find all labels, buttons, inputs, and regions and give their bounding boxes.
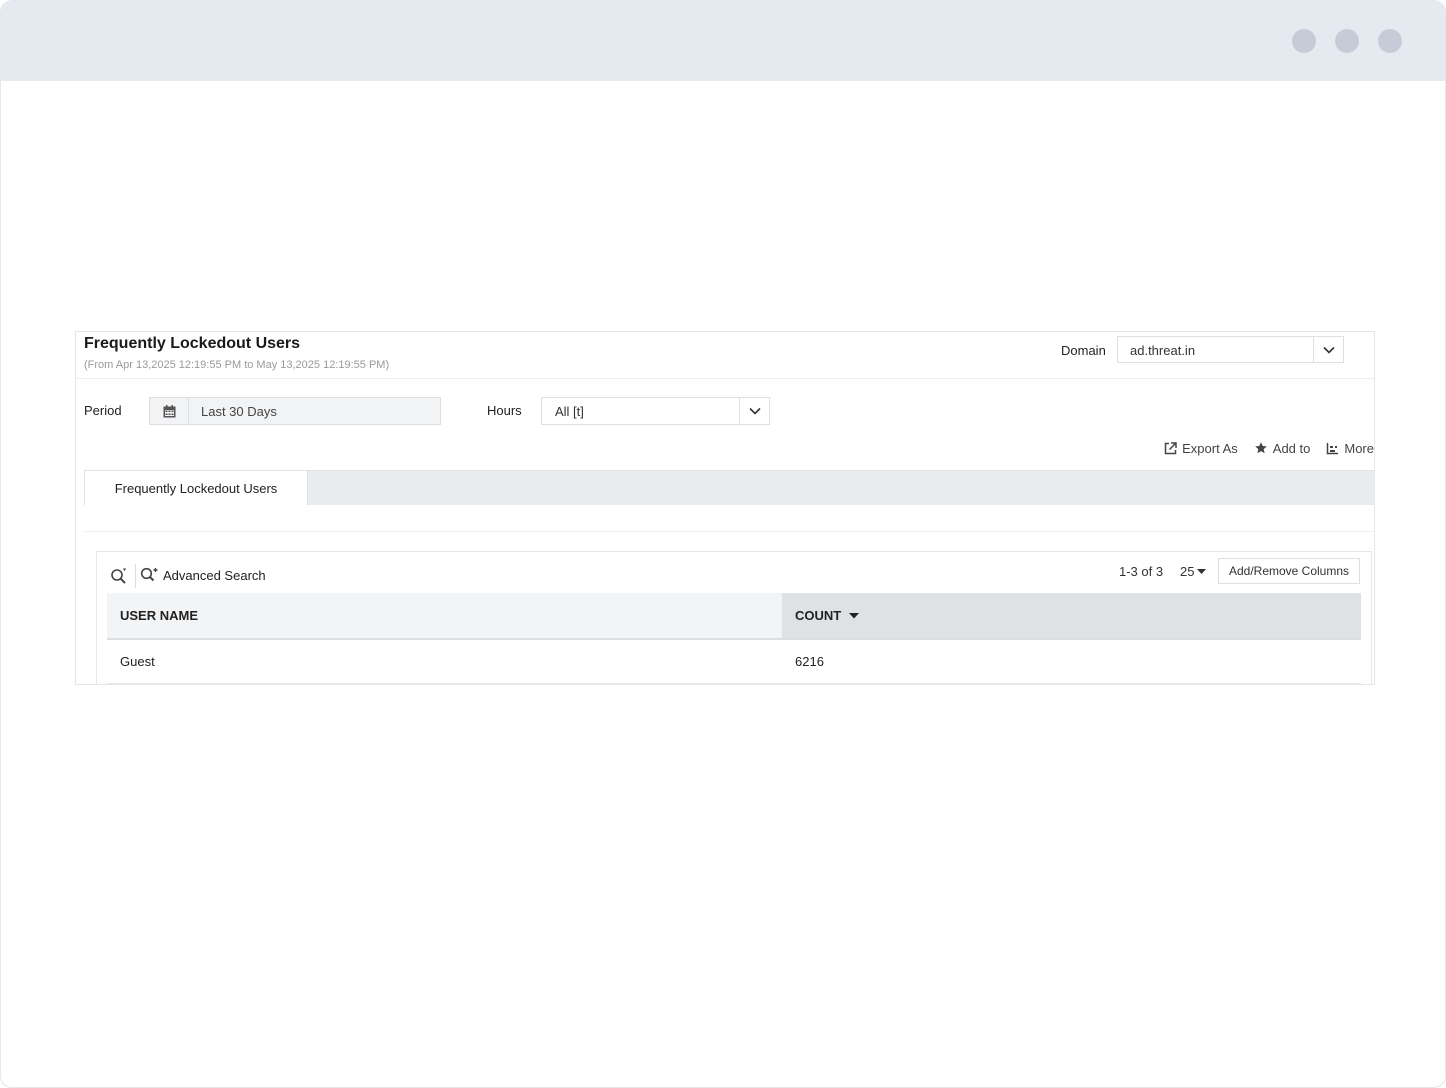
period-picker[interactable]: Last 30 Days <box>149 397 441 425</box>
report-tabs: Frequently Lockedout Users <box>84 470 1374 505</box>
period-label: Period <box>84 403 122 418</box>
hours-select[interactable]: All [t] <box>541 397 770 425</box>
export-as-label: Export As <box>1182 440 1238 456</box>
chevron-down-icon[interactable] <box>1313 337 1343 362</box>
browser-window: Frequently Lockedout Users (From Apr 13,… <box>0 0 1446 1088</box>
column-header-label: USER NAME <box>120 608 199 623</box>
tab-frequently-lockedout-users[interactable]: Frequently Lockedout Users <box>84 471 308 505</box>
pagination-info: 1-3 of 3 <box>1119 564 1164 579</box>
period-value: Last 30 Days <box>201 404 277 419</box>
more-icon <box>1327 442 1339 454</box>
caret-down-icon <box>1197 568 1207 574</box>
advanced-search-icon <box>140 567 158 582</box>
hours-value: All [t] <box>555 404 584 419</box>
report-actions: Export As Add to More <box>1164 440 1374 456</box>
calendar-icon[interactable] <box>150 398 189 424</box>
advanced-search-label: Advanced Search <box>163 567 266 583</box>
section-divider <box>84 531 1374 532</box>
more-button[interactable]: More <box>1326 440 1374 456</box>
table-row[interactable]: Guest 6216 <box>107 640 1361 684</box>
column-header-label: COUNT <box>795 608 842 623</box>
more-label: More <box>1344 440 1374 456</box>
search-icon[interactable] <box>110 567 128 585</box>
page-size-select[interactable]: 25 <box>1180 564 1207 579</box>
toolbar-divider <box>135 564 136 588</box>
domain-value: ad.threat.in <box>1130 343 1196 358</box>
header-divider <box>76 378 1374 379</box>
sort-desc-icon <box>849 612 860 618</box>
cell-user-name: Guest <box>120 654 155 669</box>
add-to-label: Add to <box>1272 440 1311 456</box>
export-as-button[interactable]: Export As <box>1164 440 1238 456</box>
hours-label: Hours <box>487 403 522 418</box>
window-titlebar <box>1 1 1445 81</box>
data-table: USER NAME COUNT Guest 6216 <box>107 593 1361 684</box>
column-header-user-name[interactable]: USER NAME <box>107 593 782 638</box>
report-panel: Frequently Lockedout Users (From Apr 13,… <box>75 331 1375 685</box>
page-size-value: 25 <box>1180 564 1195 579</box>
chevron-down-icon[interactable] <box>739 398 769 424</box>
cell-count: 6216 <box>795 654 824 669</box>
report-grid: Advanced Search 1-3 of 3 25 Add/Remove C… <box>96 551 1372 684</box>
column-header-count[interactable]: COUNT <box>782 593 1361 638</box>
export-icon <box>1164 441 1177 454</box>
window-control-dot[interactable] <box>1378 29 1402 53</box>
table-header: USER NAME COUNT <box>107 593 1361 640</box>
add-remove-columns-button[interactable]: Add/Remove Columns <box>1218 558 1360 584</box>
advanced-search-button[interactable]: Advanced Search <box>140 567 266 583</box>
star-icon <box>1254 442 1267 454</box>
window-control-dot[interactable] <box>1335 29 1359 53</box>
add-to-button[interactable]: Add to <box>1254 440 1311 456</box>
domain-select[interactable]: ad.threat.in <box>1117 336 1344 363</box>
window-control-dot[interactable] <box>1292 29 1316 53</box>
page-title: Frequently Lockedout Users <box>84 335 301 352</box>
domain-label: Domain <box>1061 343 1106 358</box>
report-date-range: (From Apr 13,2025 12:19:55 PM to May 13,… <box>84 359 390 371</box>
